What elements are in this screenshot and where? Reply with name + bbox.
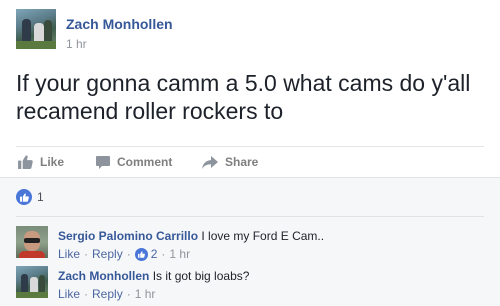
post-author-name[interactable]: Zach Monhollen	[66, 16, 173, 32]
comment-like-badge[interactable]	[134, 247, 148, 261]
comment-like-link[interactable]: Like	[58, 287, 80, 301]
comment-button[interactable]: Comment	[96, 153, 172, 171]
separator-dot: ·	[161, 247, 166, 261]
comment-meta: Like · Reply · 1 hr	[58, 287, 155, 301]
commenter-avatar[interactable]	[16, 226, 48, 258]
thumbs-up-icon	[18, 155, 33, 169]
comment-like-count[interactable]: 2	[151, 247, 158, 261]
separator-dot: ·	[84, 247, 89, 261]
reaction-summary[interactable]: 1	[16, 188, 44, 206]
post-timestamp[interactable]: 1 hr	[66, 37, 87, 51]
post-text: If your gonna camm a 5.0 what cams do y'…	[16, 70, 471, 124]
post-actions-bar: Like Comment Share	[16, 146, 484, 176]
comment-item: Sergio Palomino Carrillo I love my Ford …	[16, 226, 486, 266]
comment-button-label: Comment	[117, 155, 173, 169]
share-button[interactable]: Share	[202, 153, 258, 171]
comment-item: Zach Monhollen Is it got big loabs? Like…	[16, 266, 486, 306]
like-reaction-badge	[16, 189, 32, 205]
separator-dot: ·	[126, 287, 131, 301]
thumbs-up-icon	[137, 250, 145, 258]
like-button-label: Like	[40, 155, 65, 169]
comment-text: Is it got big loabs?	[152, 269, 250, 283]
author-avatar[interactable]	[16, 9, 56, 49]
share-arrow-icon	[202, 155, 218, 169]
comment-body: Sergio Palomino Carrillo I love my Ford …	[58, 229, 324, 243]
thumbs-up-icon	[19, 193, 29, 202]
comment-author-name[interactable]: Zach Monhollen	[58, 269, 149, 283]
comment-like-link[interactable]: Like	[58, 247, 80, 261]
comment-reply-link[interactable]: Reply	[92, 287, 123, 301]
comment-author-name[interactable]: Sergio Palomino Carrillo	[58, 229, 198, 243]
comment-text: I love my Ford E Cam..	[201, 229, 325, 243]
share-button-label: Share	[225, 155, 259, 169]
comment-reply-link[interactable]: Reply	[92, 247, 123, 261]
comment-bubble-icon	[96, 155, 110, 169]
divider	[16, 216, 484, 217]
comment-meta: Like · Reply · 2 · 1 hr	[58, 247, 190, 261]
comment-timestamp[interactable]: 1 hr	[135, 287, 156, 301]
comment-body: Zach Monhollen Is it got big loabs?	[58, 269, 249, 283]
reaction-count: 1	[37, 190, 44, 204]
comment-timestamp[interactable]: 1 hr	[169, 247, 190, 261]
separator-dot: ·	[126, 247, 131, 261]
commenter-avatar[interactable]	[16, 266, 48, 298]
comments-section: 1 Sergio Palomino Carrillo I love my For…	[0, 177, 500, 306]
separator-dot: ·	[84, 287, 89, 301]
like-button[interactable]: Like	[18, 153, 64, 171]
